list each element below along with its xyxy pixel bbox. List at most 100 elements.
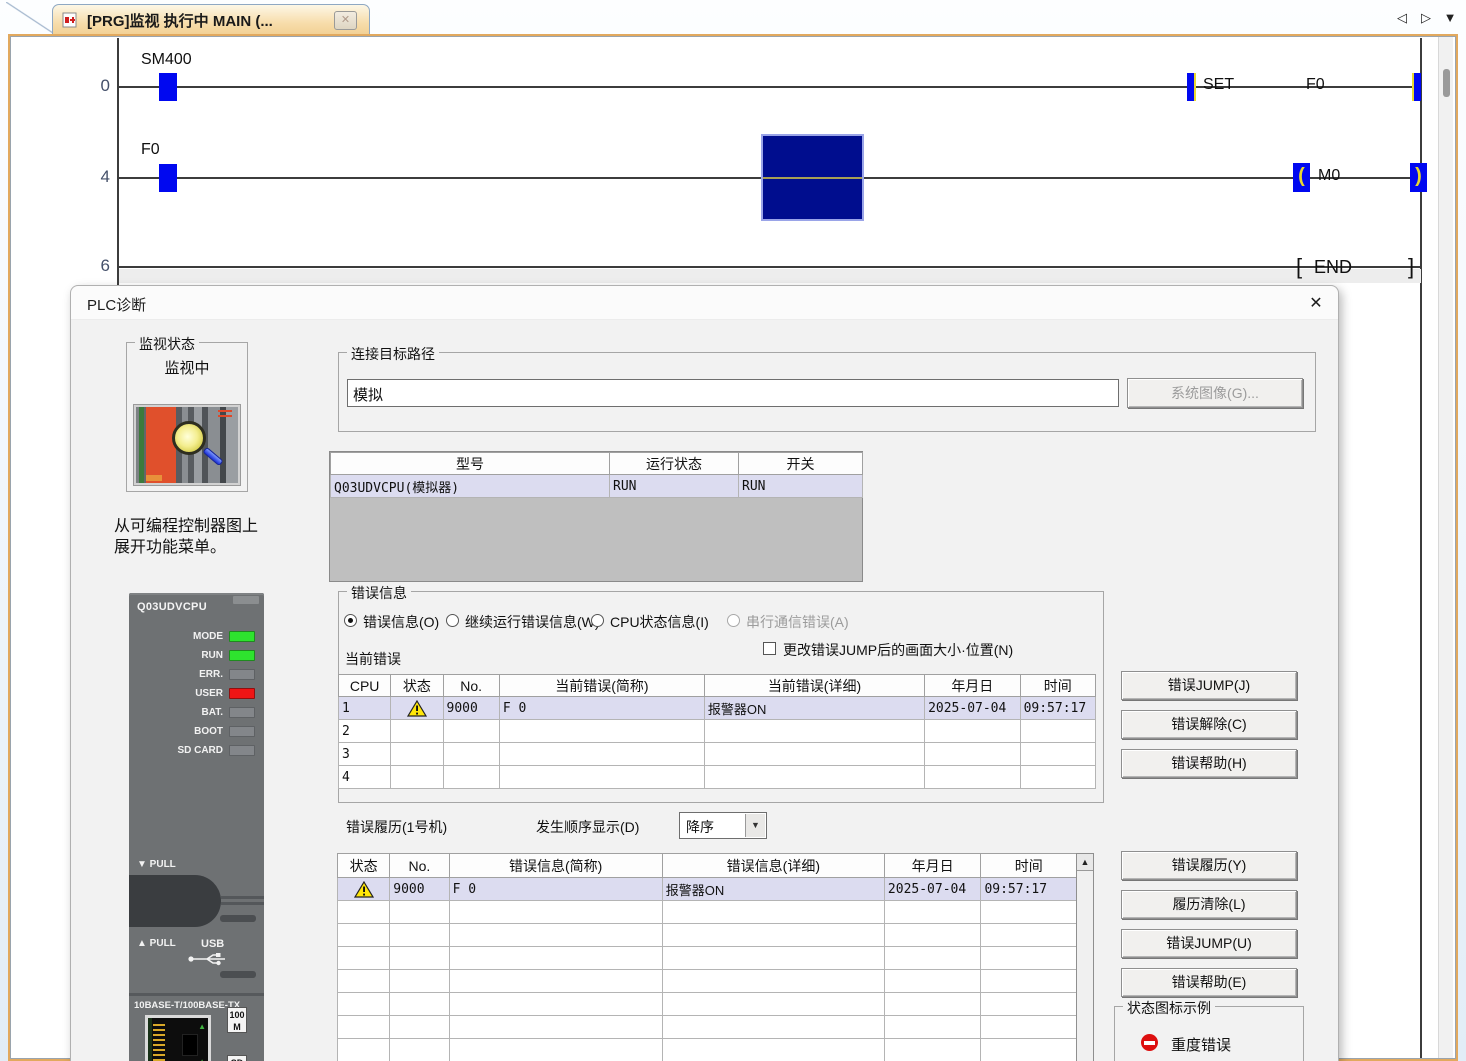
model-table-header: 运行状态 [610, 453, 739, 475]
resize-jump-checkbox[interactable] [763, 642, 776, 655]
history-error-jump-button[interactable]: 错误JUMP(U) [1121, 929, 1297, 958]
ethernet-jack-graphic: ▲ ▲ [145, 1015, 211, 1061]
col-header-error-name: 错误信息(简称) [449, 854, 662, 878]
jack-link-arrow: ▲ [198, 1057, 206, 1061]
cpu-module-name: Q03UDVCPU [137, 601, 207, 613]
monitor-status-image [134, 405, 240, 485]
jack-tab [182, 1034, 198, 1056]
set-operand-label: F0 [1306, 76, 1325, 94]
run-led [229, 650, 255, 661]
contact-f0[interactable] [159, 164, 177, 192]
order-combo[interactable]: 降序 ▼ [679, 812, 767, 839]
coil-close-bracket: ) [1410, 163, 1427, 192]
history-row[interactable] [338, 901, 1077, 924]
end-instruction-label: END [1314, 257, 1352, 278]
module-dash-decoration [220, 915, 256, 922]
coil-open-bracket[interactable]: ( [1293, 163, 1310, 192]
cpu-module-graphic[interactable]: Q03UDVCPU MODE RUN ERR. USER BAT. BOOT S… [129, 593, 264, 1061]
history-row[interactable] [338, 970, 1077, 993]
tabbar-slant-decoration [6, 2, 56, 35]
radio-serial-error[interactable] [727, 614, 740, 627]
model-table-panel: 型号 运行状态 开关 Q03UDVCPU(模拟器) RUN RUN [329, 451, 863, 582]
model-table-row[interactable]: Q03UDVCPU(模拟器) RUN RUN [331, 475, 863, 498]
module-notch [233, 596, 259, 604]
col-header-no: No. [390, 854, 449, 878]
history-row[interactable] [338, 993, 1077, 1016]
rung-number: 0 [58, 76, 110, 96]
contact-label: SM400 [141, 51, 192, 69]
current-error-label: 当前错误 [345, 649, 401, 669]
tab-prg-monitor-main[interactable]: [PRG]监视 执行中 MAIN (... ✕ [52, 4, 370, 35]
error-history-label: 错误履历(1号机) [346, 817, 447, 837]
history-row[interactable] [338, 1039, 1077, 1061]
resize-jump-checkbox-label: 更改错误JUMP后的画面大小·位置(N) [783, 640, 1013, 660]
dialog-close-icon[interactable]: ✕ [1303, 292, 1329, 316]
error-time-cell: 09:57:17 [1020, 697, 1095, 720]
magnifier-lens-icon [172, 421, 206, 455]
current-error-row[interactable]: 2 [339, 720, 1096, 743]
led-label-mode: MODE [129, 631, 223, 642]
tab-list-dropdown-icon[interactable]: ▼ [1440, 10, 1460, 25]
set-instruction-label: SET [1203, 76, 1234, 94]
err-led [229, 669, 255, 680]
error-info-group-label: 错误信息 [347, 583, 411, 603]
connection-path-field[interactable]: 模拟 [347, 379, 1119, 407]
sdcard-led [229, 745, 255, 756]
current-error-row[interactable]: 3 [339, 743, 1096, 766]
slot-line-decoration [221, 902, 264, 905]
error-history-button[interactable]: 错误履历(Y) [1121, 851, 1297, 880]
radio-continue-error[interactable] [446, 614, 459, 627]
history-scrollbar[interactable]: ▲ [1076, 853, 1094, 1061]
contact-sm400[interactable] [159, 73, 177, 101]
jack-pins [153, 1024, 165, 1061]
dialog-title: PLC诊断 [87, 294, 146, 315]
hint-text-line2: 展开功能菜单。 [114, 537, 226, 558]
set-instruction-left-bracket[interactable] [1187, 73, 1196, 101]
severe-error-label: 重度错误 [1171, 1034, 1231, 1055]
history-error-help-button[interactable]: 错误帮助(E) [1121, 968, 1297, 997]
history-row[interactable] [338, 1016, 1077, 1039]
col-header-error-detail: 错误信息(详细) [662, 854, 884, 878]
order-display-label: 发生顺序显示(D) [536, 817, 639, 837]
error-history-table: 状态 No. 错误信息(简称) 错误信息(详细) 年月日 时间 9000 F 0… [337, 853, 1077, 1061]
col-header-status: 状态 [338, 854, 390, 878]
tab-scroll-right-icon[interactable]: ▷ [1416, 10, 1436, 26]
run-status-cell: RUN [610, 475, 739, 498]
module-divider [129, 993, 264, 996]
history-row[interactable]: 9000 F 0 报警器ON 2025-07-04 09:57:17 [338, 878, 1077, 901]
error-detail-cell: 报警器ON [662, 878, 884, 901]
ladder-program-icon [62, 12, 79, 28]
history-row[interactable] [338, 924, 1077, 947]
radio-error-info[interactable] [344, 614, 357, 627]
current-error-row[interactable]: 1 9000 F 0 报警器ON 2025-07-04 09:57:17 [339, 697, 1096, 720]
error-name-cell: F 0 [499, 697, 704, 720]
history-clear-button[interactable]: 履历清除(L) [1121, 890, 1297, 919]
ladder-vertical-scrollbar[interactable] [1438, 37, 1453, 1058]
error-help-button[interactable]: 错误帮助(H) [1121, 749, 1297, 778]
tab-close-button[interactable]: ✕ [334, 11, 357, 30]
error-clear-button[interactable]: 错误解除(C) [1121, 710, 1297, 739]
end-right-bracket: ] [1408, 254, 1414, 280]
error-jump-button[interactable]: 错误JUMP(J) [1121, 671, 1297, 700]
col-header-error-name: 当前错误(简称) [499, 675, 704, 697]
radio-cpu-status-label: CPU状态信息(I) [610, 612, 709, 632]
error-date-cell: 2025-07-04 [925, 697, 1021, 720]
radio-cpu-status[interactable] [591, 614, 604, 627]
radio-serial-error-label: 串行通信错误(A) [746, 612, 849, 632]
set-instruction-right-bracket [1412, 73, 1421, 101]
combo-dropdown-icon[interactable]: ▼ [745, 814, 765, 837]
led-label-user: USER [129, 688, 223, 699]
dialog-titlebar[interactable]: PLC诊断 ✕ [71, 286, 1338, 320]
current-error-row[interactable]: 4 [339, 766, 1096, 789]
tab-scroll-left-icon[interactable]: ◁ [1392, 10, 1412, 26]
system-image-button[interactable]: 系统图像(G)... [1127, 378, 1303, 408]
app-screen: [PRG]监视 执行中 MAIN (... ✕ ◁ ▷ ▼ 0 SM400 SE… [0, 0, 1466, 1061]
error-time-cell: 09:57:17 [981, 878, 1077, 901]
model-table-header: 开关 [739, 453, 863, 475]
switch-cell: RUN [739, 475, 863, 498]
error-no-cell: 9000 [390, 878, 449, 901]
scrollbar-thumb[interactable] [1443, 69, 1450, 97]
scroll-up-icon[interactable]: ▲ [1077, 854, 1093, 871]
rung-line [119, 266, 1420, 268]
history-row[interactable] [338, 947, 1077, 970]
